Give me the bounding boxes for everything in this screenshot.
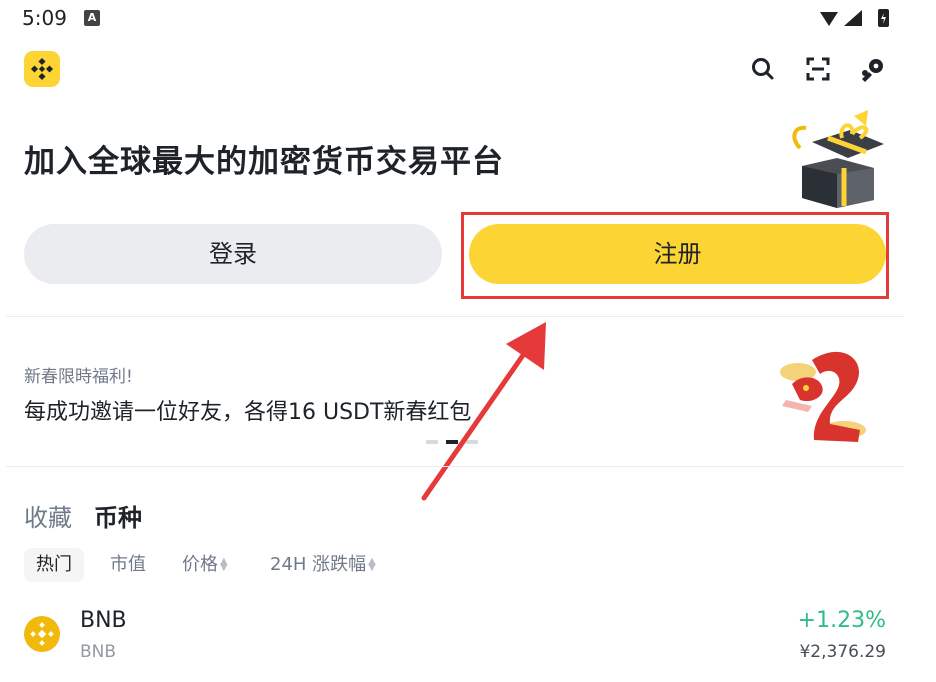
sort-icon: ▲ ▼: [368, 556, 376, 573]
page-headline: 加入全球最大的加密货币交易平台: [24, 144, 504, 180]
coin-change: +1.23%: [797, 608, 886, 633]
search-icon[interactable]: [748, 54, 778, 84]
status-icons: [820, 9, 889, 27]
signal-icon: [844, 10, 862, 26]
coin-name: BNB: [80, 642, 117, 662]
status-time: 5:09: [22, 6, 67, 30]
dragon-illustration: [780, 351, 866, 442]
binance-logo[interactable]: [24, 51, 60, 87]
notification-badge: A: [84, 10, 100, 26]
divider: [6, 466, 904, 467]
promo-title[interactable]: 每成功邀请一位好友，各得16 USDT新春红包: [24, 394, 471, 426]
annotation-highlight-box: [461, 212, 889, 299]
login-button[interactable]: 登录: [24, 224, 442, 284]
divider: [6, 316, 904, 317]
gift-box-illustration: [792, 110, 884, 208]
filter-market-cap[interactable]: 市值: [110, 548, 146, 582]
coin-price: ¥2,376.29: [799, 642, 886, 662]
bnb-coin-icon: [24, 616, 60, 652]
scan-icon[interactable]: [803, 54, 833, 84]
filter-price[interactable]: 价格 ▲ ▼: [182, 548, 228, 582]
annotation-arrow: [421, 322, 546, 501]
wifi-icon: [820, 12, 838, 26]
tab-favorites[interactable]: 收藏: [24, 498, 72, 533]
coin-symbol[interactable]: BNB: [80, 608, 127, 633]
logo-mark-icon: [30, 57, 54, 81]
filter-hot[interactable]: 热门: [24, 548, 84, 582]
promo-subtitle: 新春限時福利!: [24, 367, 133, 387]
filter-24h-change[interactable]: 24H 涨跌幅 ▲ ▼: [270, 548, 376, 582]
support-icon[interactable]: [858, 54, 888, 84]
sort-icon: ▲ ▼: [220, 556, 228, 573]
tab-coins[interactable]: 币种: [94, 498, 142, 533]
filter-24h-change-label: 24H 涨跌幅: [270, 554, 367, 575]
filter-price-label: 价格: [182, 554, 218, 575]
